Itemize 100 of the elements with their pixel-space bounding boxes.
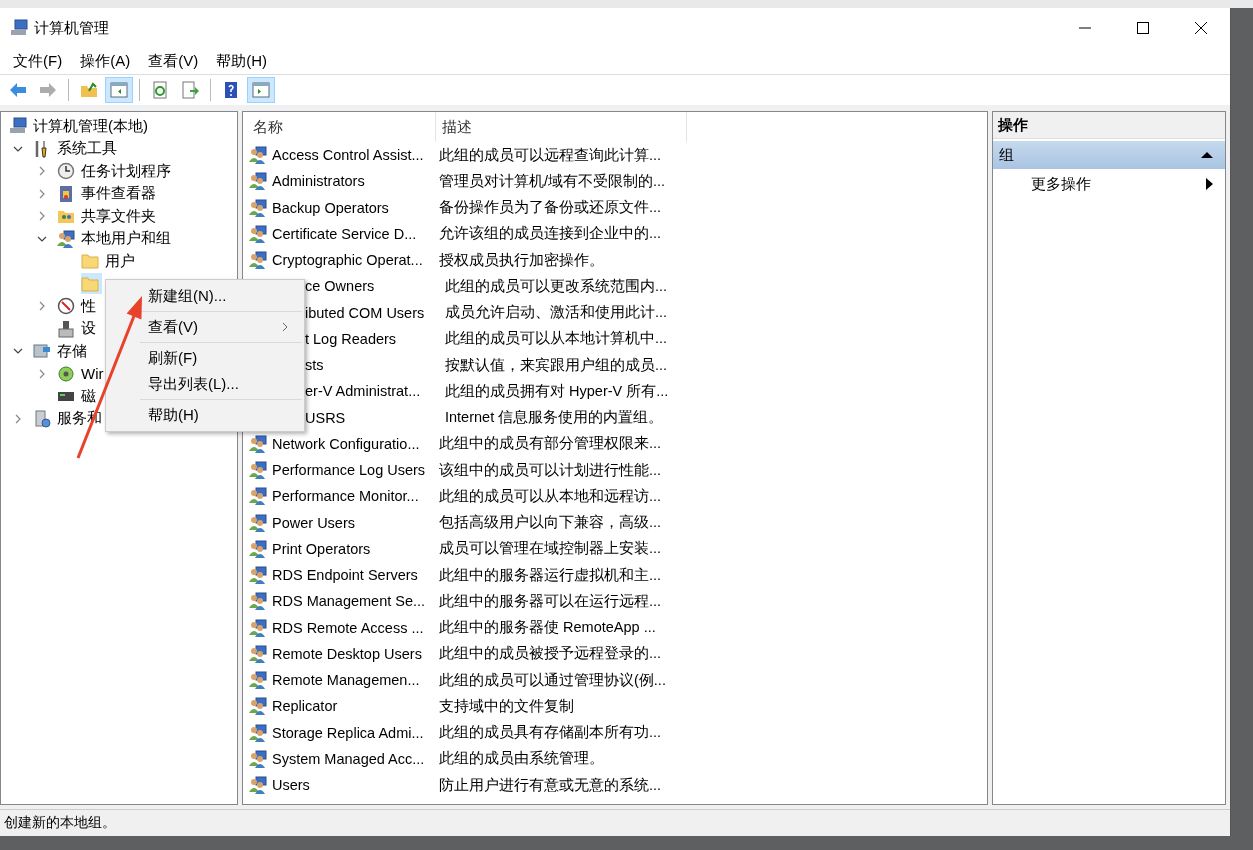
users-icon: [249, 461, 267, 480]
users-icon: [249, 644, 267, 663]
back-icon: [9, 81, 27, 99]
group-description: 此组的成员可以通过管理协议(例...: [438, 670, 666, 690]
maximize-icon: [1137, 22, 1149, 34]
group-name[interactable]: Print Operators: [272, 540, 371, 557]
tree-item[interactable]: 性: [57, 295, 99, 317]
group-description: 包括高级用户以向下兼容，高级...: [438, 513, 662, 533]
users-icon: [249, 539, 267, 558]
group-name[interactable]: System Managed Acc...: [272, 750, 425, 767]
expand-chevron-icon[interactable]: [37, 301, 47, 312]
actions-title: 操作: [993, 112, 1225, 139]
tree-item[interactable]: 计算机管理(本地): [9, 115, 151, 137]
group-description: 管理员对计算机/域有不受限制的...: [438, 171, 666, 191]
expand-chevron-icon[interactable]: [37, 211, 47, 222]
menu-item[interactable]: 查看(V): [139, 48, 208, 74]
expand-chevron-icon[interactable]: [13, 413, 23, 424]
context-menu-item[interactable]: 导出列表(L)...: [106, 371, 304, 397]
group-name[interactable]: RDS Remote Access ...: [272, 619, 424, 636]
group-name[interactable]: Power Users: [272, 514, 355, 531]
tree-pane-icon: [110, 81, 128, 99]
export-icon: [181, 81, 199, 99]
window-title: 计算机管理: [34, 18, 109, 38]
tree-item[interactable]: Wir: [57, 363, 107, 385]
menu-item[interactable]: 操作(A): [71, 48, 140, 74]
expand-chevron-icon[interactable]: [37, 188, 47, 199]
group-name[interactable]: Access Control Assist...: [272, 147, 424, 164]
help-icon: [222, 81, 240, 99]
group-description: 支持域中的文件复制: [438, 696, 574, 716]
group-name[interactable]: Remote Managemen...: [272, 672, 420, 689]
users-icon: [249, 671, 267, 690]
context-menu-item[interactable]: 新建组(N)...: [106, 283, 304, 309]
expand-chevron-icon[interactable]: [37, 368, 47, 379]
group-name[interactable]: Backup Operators: [272, 199, 389, 216]
storage-icon: [33, 342, 51, 361]
group-name[interactable]: er-V Administrat...: [305, 383, 421, 400]
group-description: 此组中的服务器运行虚拟机和主...: [438, 565, 662, 585]
menu-item[interactable]: 文件(F): [4, 48, 72, 74]
group-name[interactable]: Certificate Service D...: [272, 225, 417, 242]
group-name[interactable]: Cryptographic Operat...: [272, 252, 423, 269]
tree-item[interactable]: 用户: [81, 250, 138, 272]
group-name[interactable]: sts: [305, 357, 324, 374]
users-icon: [249, 224, 267, 243]
group-name[interactable]: Network Configuratio...: [272, 435, 420, 452]
expand-chevron-icon[interactable]: [37, 166, 47, 177]
tree-item[interactable]: 磁: [57, 385, 99, 407]
group-description: 此组的成员可以从本地计算机中...: [444, 329, 668, 349]
group-description: 此组中的成员有部分管理权限来...: [438, 434, 662, 454]
forward-icon: [39, 81, 57, 99]
actions-section[interactable]: 组: [993, 141, 1225, 169]
group-name[interactable]: Remote Desktop Users: [272, 645, 422, 662]
tree-item[interactable]: 设: [57, 318, 99, 340]
users-icon: [249, 723, 267, 742]
computer-icon: [10, 19, 28, 37]
group-name[interactable]: RDS Endpoint Servers: [272, 567, 418, 584]
group-description: 此组的成员由系统管理。: [438, 749, 604, 769]
group-name[interactable]: Performance Monitor...: [272, 488, 419, 505]
group-name[interactable]: Replicator: [272, 698, 338, 715]
tree-item[interactable]: 本地用户和组: [57, 228, 174, 250]
users-icon: [249, 592, 267, 611]
group-description: 按默认值，来宾跟用户组的成员...: [444, 355, 668, 375]
action-item[interactable]: 更多操作: [993, 169, 1225, 199]
menu-item[interactable]: 帮助(H): [207, 48, 276, 74]
group-description: 此组中的服务器可以在运行远程...: [438, 591, 662, 611]
column-header[interactable]: 名称: [249, 117, 435, 137]
tree-item[interactable]: 共享文件夹: [57, 205, 159, 227]
users-icon: [249, 198, 267, 217]
tree-item[interactable]: 存储: [33, 340, 90, 362]
group-name[interactable]: Performance Log Users: [272, 462, 426, 479]
users-icon: [249, 146, 267, 165]
computer-icon: [9, 117, 27, 136]
tree-item[interactable]: 任务计划程序: [57, 160, 174, 182]
refresh-icon: [151, 81, 169, 99]
group-name[interactable]: Storage Replica Admi...: [272, 724, 424, 741]
group-name[interactable]: Users: [272, 777, 310, 794]
column-header[interactable]: 描述: [435, 112, 686, 142]
group-name[interactable]: RDS Management Se...: [272, 593, 426, 610]
tree-item[interactable]: 系统工具: [33, 138, 120, 160]
group-name[interactable]: Administrators: [272, 173, 365, 190]
users-icon: [249, 618, 267, 637]
group-name[interactable]: ce Owners: [305, 278, 375, 295]
collapse-triangle-icon: [1201, 151, 1213, 159]
users-icon: [249, 566, 267, 585]
gauge-icon: [57, 297, 75, 316]
tree-item[interactable]: 事件查看器: [57, 183, 159, 205]
users-icon: [249, 172, 267, 191]
group-name[interactable]: USRS: [305, 409, 346, 426]
group-description: 成员允许启动、激活和使用此计...: [444, 303, 668, 323]
submenu-triangle-icon: [1206, 178, 1213, 190]
action-pane-icon: [252, 81, 270, 99]
group-description: 此组的成员可以远程查询此计算...: [438, 145, 662, 165]
context-menu-item[interactable]: 刷新(F): [106, 345, 304, 371]
clock-icon: [57, 162, 75, 181]
group-description: 此组中的服务器使 RemoteApp ...: [438, 618, 656, 638]
users-icon: [249, 434, 267, 453]
group-name[interactable]: t Log Readers: [305, 330, 397, 347]
group-description: 允许该组的成员连接到企业中的...: [438, 224, 662, 244]
users-icon: [249, 749, 267, 768]
group-name[interactable]: ibuted COM Users: [305, 304, 425, 321]
context-menu-item[interactable]: 帮助(H): [106, 402, 304, 428]
